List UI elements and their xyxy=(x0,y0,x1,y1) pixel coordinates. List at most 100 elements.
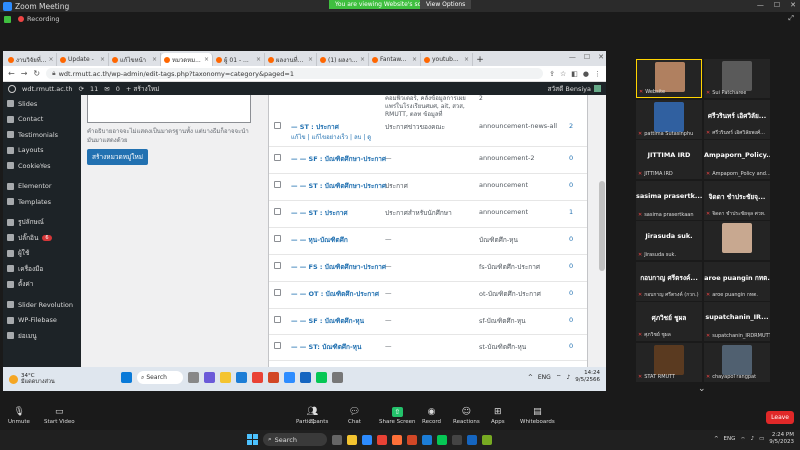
new-tab-button[interactable]: + xyxy=(473,53,487,66)
taskbar-lang[interactable]: ENG xyxy=(724,436,736,442)
powerpoint-icon[interactable] xyxy=(407,434,417,445)
windows-start-icon[interactable] xyxy=(121,372,132,383)
category-name-link[interactable]: — — ST : ประกาศ xyxy=(291,208,348,218)
scrollbar-thumb[interactable] xyxy=(599,181,605,271)
category-count-link[interactable]: 0 xyxy=(569,154,573,162)
participant-tile[interactable]: JITTIMA IRD ✕ JITTIMA IRD xyxy=(636,140,702,179)
browser-tab[interactable]: (1) ผลงา... × xyxy=(317,53,369,66)
weather-widget[interactable]: 34°C มีแดดบางส่วน xyxy=(3,373,55,385)
view-options-button[interactable]: View Options xyxy=(420,0,472,9)
table-row[interactable]: — — FS : บัณฑิตศึกษา-ประกาศ — fs-บัณฑิตศึก… xyxy=(269,255,587,282)
browser-tab[interactable]: งานวิจัยที่... × xyxy=(5,53,57,66)
file-explorer-icon[interactable] xyxy=(347,434,357,445)
powerpoint-icon[interactable] xyxy=(268,372,279,383)
shared-clock[interactable]: 14:24 9/5/2566 xyxy=(575,370,600,384)
table-row[interactable]: — — ST : ประกาศ ประกาศสำหรับนักศึกษา annou… xyxy=(269,201,587,228)
apps-button[interactable]: ⊞ Apps xyxy=(491,407,505,425)
sidebar-item[interactable]: Templates xyxy=(3,194,81,210)
wp-site-link[interactable]: wdt.rmutt.ac.th xyxy=(22,85,73,93)
tab-close-icon[interactable]: × xyxy=(48,56,53,63)
row-checkbox[interactable] xyxy=(274,342,281,349)
line-icon[interactable] xyxy=(437,434,447,445)
account-menu[interactable]: สวัสดี Bensiya xyxy=(548,84,601,94)
category-name-link[interactable]: — — ST : บัณฑิตศึกษา-ประกาศ xyxy=(291,181,386,191)
profile-icon[interactable]: ● xyxy=(583,70,589,78)
browser-tab[interactable]: แก้ไขหน้า × xyxy=(109,53,161,66)
tab-close-icon[interactable]: × xyxy=(464,56,469,63)
table-row[interactable]: — — ST : บัณฑิตศึกษา-ประกาศ ประกาศ announc… xyxy=(269,174,587,201)
table-row[interactable]: — — OT : บัณฑิตศึก-ประกาศ — ot-บัณฑิตศึก-ป… xyxy=(269,282,587,309)
tab-close-icon[interactable]: × xyxy=(360,56,365,63)
sidebar-item[interactable]: WP-Filebase xyxy=(3,313,81,329)
row-checkbox[interactable] xyxy=(274,122,281,129)
participant-tile[interactable]: Ampaporn_Policy... ✕ Ampaporn_Policy and..… xyxy=(704,140,770,179)
firefox-icon[interactable] xyxy=(392,434,402,445)
table-row[interactable]: — — หุน-บัณฑิตศึก — บัณฑิตศึก-หุน 0 xyxy=(269,228,587,255)
comments-icon[interactable]: ✉ xyxy=(104,85,109,93)
participant-tile[interactable]: กอบกาญ ศรีตรงค์... ✕ กอบกาญ ศรีตรงค์ (กวก.… xyxy=(636,261,702,301)
category-count-link[interactable]: 0 xyxy=(569,342,573,350)
row-actions[interactable]: แก้ไข | แก้ไขอย่างเร็ว | ลบ | ดู xyxy=(291,132,371,142)
row-checkbox[interactable] xyxy=(274,316,281,323)
browser-minimize-icon[interactable]: — xyxy=(569,53,576,61)
share-screen-button[interactable]: ⇧ Share Screen xyxy=(379,407,416,425)
participant-tile[interactable]: จิดดา ชำประชัยจุ... ✕ จิดดา ชำประชัยจุล ศว… xyxy=(704,180,770,220)
participant-tile[interactable]: aroe puangin กทต. ✕ aroe puangin กทต. xyxy=(704,261,770,301)
sidebar-item[interactable]: ย่อเมนู xyxy=(3,328,81,344)
task-view-icon[interactable] xyxy=(332,434,342,445)
browser-close-icon[interactable]: ✕ xyxy=(598,53,604,61)
sidebar-item[interactable]: ปลั๊กอิน 6 xyxy=(3,230,81,246)
row-checkbox[interactable] xyxy=(274,262,281,269)
sidebar-item[interactable]: CookieYes xyxy=(3,158,81,174)
table-row[interactable]: — — SF : บัณฑิตศึก-หุน — sf-บัณฑิตศึก-หุน 0 xyxy=(269,309,587,335)
tab-close-icon[interactable]: × xyxy=(152,56,157,63)
participant-tile[interactable]: ศรีวรินทร์ เอิศวิลัย... ✕ ศรีวรินทร์ เอิศว… xyxy=(704,99,770,139)
row-checkbox[interactable] xyxy=(274,154,281,161)
word-icon[interactable] xyxy=(467,434,477,445)
share-icon[interactable]: ⇪ xyxy=(549,70,555,78)
participant-tile[interactable] xyxy=(704,221,770,260)
browser-tab[interactable]: Fantaw... × xyxy=(369,53,421,66)
taskbar-clock[interactable]: 2:24 PM 9/5/2023 xyxy=(769,432,794,446)
participant-tile[interactable]: ✕ pattima Sutasinphu xyxy=(636,99,702,139)
new-content-link[interactable]: + สร้างใหม่ xyxy=(126,84,160,94)
browser-tab[interactable]: ผู้ 01 - ... × xyxy=(213,53,265,66)
table-row[interactable]: — — ST: บัณฑิตศึก-หุน — st-บัณฑิตศึก-หุน 0 xyxy=(269,335,587,361)
category-name-link[interactable]: — — ST: บัณฑิตศึก-หุน xyxy=(291,342,361,352)
participant-tile[interactable]: sasima prasertk... ✕ sasima prasertkaan xyxy=(636,180,702,220)
unmute-button[interactable]: 🎙︎ Unmute xyxy=(8,407,30,425)
folder-icon[interactable] xyxy=(220,372,231,383)
row-checkbox[interactable] xyxy=(274,235,281,242)
browser-tab[interactable]: หมวดหม... × xyxy=(161,53,213,66)
sidebar-item[interactable]: ผู้ใช้ xyxy=(3,246,81,262)
app-icon[interactable] xyxy=(452,434,462,445)
category-count-link[interactable]: 1 xyxy=(569,208,573,216)
participant-tile[interactable]: supatchanin_IR... ✕ supatchanin_IRDRMUTT xyxy=(704,302,770,341)
chevron-up-icon[interactable]: ^ xyxy=(528,374,533,381)
category-name-link[interactable]: — — SF : บัณฑิตศึก-หุน xyxy=(291,316,364,326)
sidebar-item[interactable]: เครื่องมือ xyxy=(3,261,81,277)
line-icon[interactable] xyxy=(316,372,327,383)
sidebar-item[interactable]: Layouts xyxy=(3,143,81,159)
wifi-icon[interactable]: ⌔ xyxy=(740,436,745,443)
table-row[interactable]: — — SF : บัณฑิตศึกษา-ประกาศ — announcement… xyxy=(269,147,587,174)
row-checkbox[interactable] xyxy=(274,181,281,188)
gallery-next-chevron-down-icon[interactable]: ⌄ xyxy=(698,384,706,394)
category-count-link[interactable]: 0 xyxy=(569,262,573,270)
minimize-icon[interactable]: — xyxy=(757,1,764,9)
sidebar-item[interactable]: ตั้งค่า xyxy=(3,277,81,293)
app-icon[interactable] xyxy=(482,434,492,445)
app-icon[interactable] xyxy=(332,372,343,383)
category-name-link[interactable]: — ST : ประกาศ xyxy=(291,122,339,132)
updates-count[interactable]: 11 xyxy=(90,85,98,93)
participant-tile[interactable]: ✕ Sui Patcharee xyxy=(704,59,770,98)
participants-button[interactable]: 👥︎21 Participants xyxy=(296,407,328,425)
chrome-icon[interactable] xyxy=(377,434,387,445)
tab-close-icon[interactable]: × xyxy=(204,56,209,63)
category-count-link[interactable]: 0 xyxy=(569,181,573,189)
sidebar-item[interactable]: Testimonials xyxy=(3,127,81,143)
forward-icon[interactable]: → xyxy=(21,69,28,78)
leave-button[interactable]: Leave xyxy=(766,411,794,424)
page-scrollbar[interactable] xyxy=(598,95,606,391)
description-textarea[interactable] xyxy=(87,95,251,123)
